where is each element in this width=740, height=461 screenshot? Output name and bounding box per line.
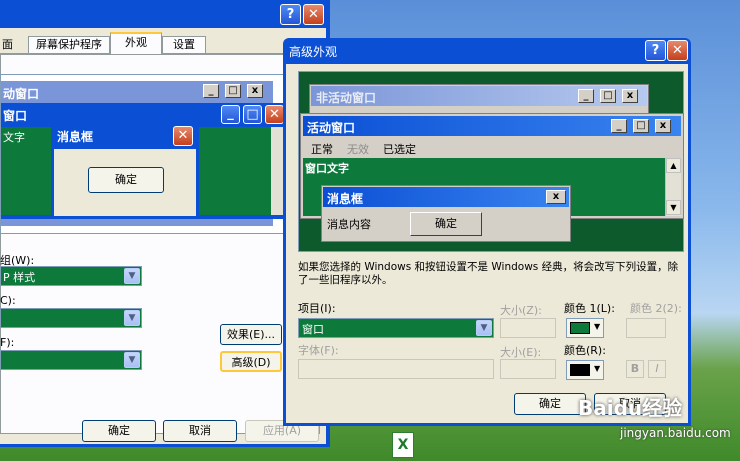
- size-spinner: [500, 318, 556, 338]
- bg-msgbox-title: 消息框: [57, 130, 94, 144]
- font-color-picker[interactable]: ▼: [566, 360, 604, 380]
- dialog-body: 非活动窗口 _ □ x 活动窗口 _ □ x 正常 无效 已选定 窗口文字 ▲ …: [286, 64, 688, 423]
- bg-msgbox-close-icon: ✕: [173, 126, 193, 146]
- size2-label: 大小(E):: [500, 346, 542, 359]
- inactive-title: 非活动窗口: [316, 91, 377, 105]
- tab-settings[interactable]: 设置: [162, 36, 206, 54]
- dialog-title: 高级外观: [289, 45, 338, 59]
- bg-help-button[interactable]: ?: [280, 4, 301, 25]
- preview-scrollbar: ▲ ▼: [665, 158, 681, 216]
- watermark-url: jingyan.baidu.com: [620, 426, 731, 440]
- msgbox-close-icon: x: [546, 190, 566, 204]
- bg-active-title: 窗口: [3, 109, 28, 123]
- inactive-min-icon: _: [578, 89, 594, 103]
- bg-inactive-min: _: [203, 84, 219, 98]
- tab-appearance[interactable]: 外观: [110, 32, 162, 55]
- bg-active-min: _: [221, 105, 240, 124]
- bg-scheme-combo[interactable]: P 样式 ▼: [0, 266, 142, 286]
- msgbox-title: 消息框: [327, 192, 364, 206]
- window-text: 窗口文字: [305, 162, 349, 175]
- excel-icon[interactable]: X: [392, 432, 414, 458]
- bg-inactive-title: 动窗口: [3, 87, 40, 101]
- bg-preview: 动窗口 _ □ x 窗口 _ □ ✕ 文字 消息框 ✕ 确定: [0, 74, 289, 234]
- active-close-icon: x: [655, 119, 671, 133]
- bg-inactive-close: x: [247, 84, 263, 98]
- bg-cancel-button[interactable]: 取消: [163, 420, 237, 442]
- active-min-icon: _: [611, 119, 627, 133]
- bg-label-font: F):: [0, 336, 15, 349]
- inactive-max-icon: □: [600, 89, 616, 103]
- bg-ok-button[interactable]: 确定: [82, 420, 156, 442]
- info-text: 如果您选择的 Windows 和按钮设置不是 Windows 经典，将会改写下列…: [298, 261, 679, 286]
- advanced-dialog: 高级外观 ? ✕ 非活动窗口 _ □ x 活动窗口 _ □ x 正常 无效 已选…: [283, 38, 691, 426]
- bg-close-icon[interactable]: ✕: [303, 4, 324, 25]
- chevron-down-icon[interactable]: ▼: [124, 310, 140, 326]
- inactive-close-icon: x: [622, 89, 638, 103]
- background-window: ? ✕ 面 屏幕保护程序 外观 设置 动窗口 _ □ x 窗口 _ □ ✕ 文字: [0, 0, 330, 447]
- bg-active-max: □: [243, 105, 262, 124]
- menu-selected: 已选定: [383, 143, 416, 156]
- effects-button[interactable]: 效果(E)...: [220, 324, 282, 345]
- size2-combo: [500, 359, 556, 379]
- advanced-button[interactable]: 高级(D): [220, 351, 282, 372]
- bg-window-body: 面 屏幕保护程序 外观 设置 动窗口 _ □ x 窗口 _ □ ✕ 文字 消息框…: [0, 28, 326, 444]
- color2-label: 颜色 2(2):: [630, 302, 682, 315]
- item-label: 项目(I):: [298, 302, 336, 315]
- bg-inactive-max: □: [225, 84, 241, 98]
- bg-active-close: ✕: [265, 105, 284, 124]
- active-title: 活动窗口: [307, 121, 356, 135]
- font-label: 字体(F):: [298, 344, 339, 357]
- active-max-icon: □: [633, 119, 649, 133]
- chevron-down-icon[interactable]: ▼: [124, 352, 140, 368]
- msgbox-ok: 确定: [410, 212, 482, 236]
- watermark: Baidu经验 jingyan.baidu.com: [560, 390, 740, 450]
- watermark-brand: Baidu经验: [578, 396, 683, 420]
- msgbox-text: 消息内容: [327, 218, 371, 231]
- item-value: 窗口: [302, 323, 324, 336]
- dialog-help-icon[interactable]: ?: [645, 40, 666, 61]
- menu-disabled: 无效: [347, 143, 369, 156]
- bg-msgbox-ok: 确定: [88, 167, 164, 193]
- menu-normal: 正常: [311, 143, 333, 156]
- font-combo: [298, 359, 494, 379]
- item-combo[interactable]: 窗口 ▼: [298, 318, 494, 338]
- dialog-close-icon[interactable]: ✕: [667, 40, 688, 61]
- color-label: 颜色(R):: [564, 344, 606, 357]
- color2-picker: [626, 318, 666, 338]
- bg-color-combo[interactable]: ▼: [0, 308, 142, 328]
- italic-button: I: [648, 360, 666, 378]
- bg-font-combo[interactable]: ▼: [0, 350, 142, 370]
- chevron-down-icon[interactable]: ▼: [476, 320, 492, 336]
- preview-msgbox: 消息框 x 消息内容 确定: [321, 185, 571, 242]
- tab-screensaver[interactable]: 屏幕保护程序: [28, 36, 110, 54]
- tab-desktop[interactable]: 面: [0, 36, 28, 54]
- bg-body-text: 文字: [3, 131, 25, 144]
- bold-button: B: [626, 360, 644, 378]
- bg-label-color: C):: [0, 294, 16, 307]
- color1-label: 颜色 1(L):: [564, 302, 615, 315]
- dialog-preview: 非活动窗口 _ □ x 活动窗口 _ □ x 正常 无效 已选定 窗口文字 ▲ …: [298, 71, 684, 252]
- bg-msgbox: 消息框 ✕ 确定: [51, 123, 199, 219]
- chevron-down-icon[interactable]: ▼: [124, 268, 140, 284]
- size-label: 大小(Z):: [500, 304, 542, 317]
- color1-picker[interactable]: ▼: [566, 318, 604, 338]
